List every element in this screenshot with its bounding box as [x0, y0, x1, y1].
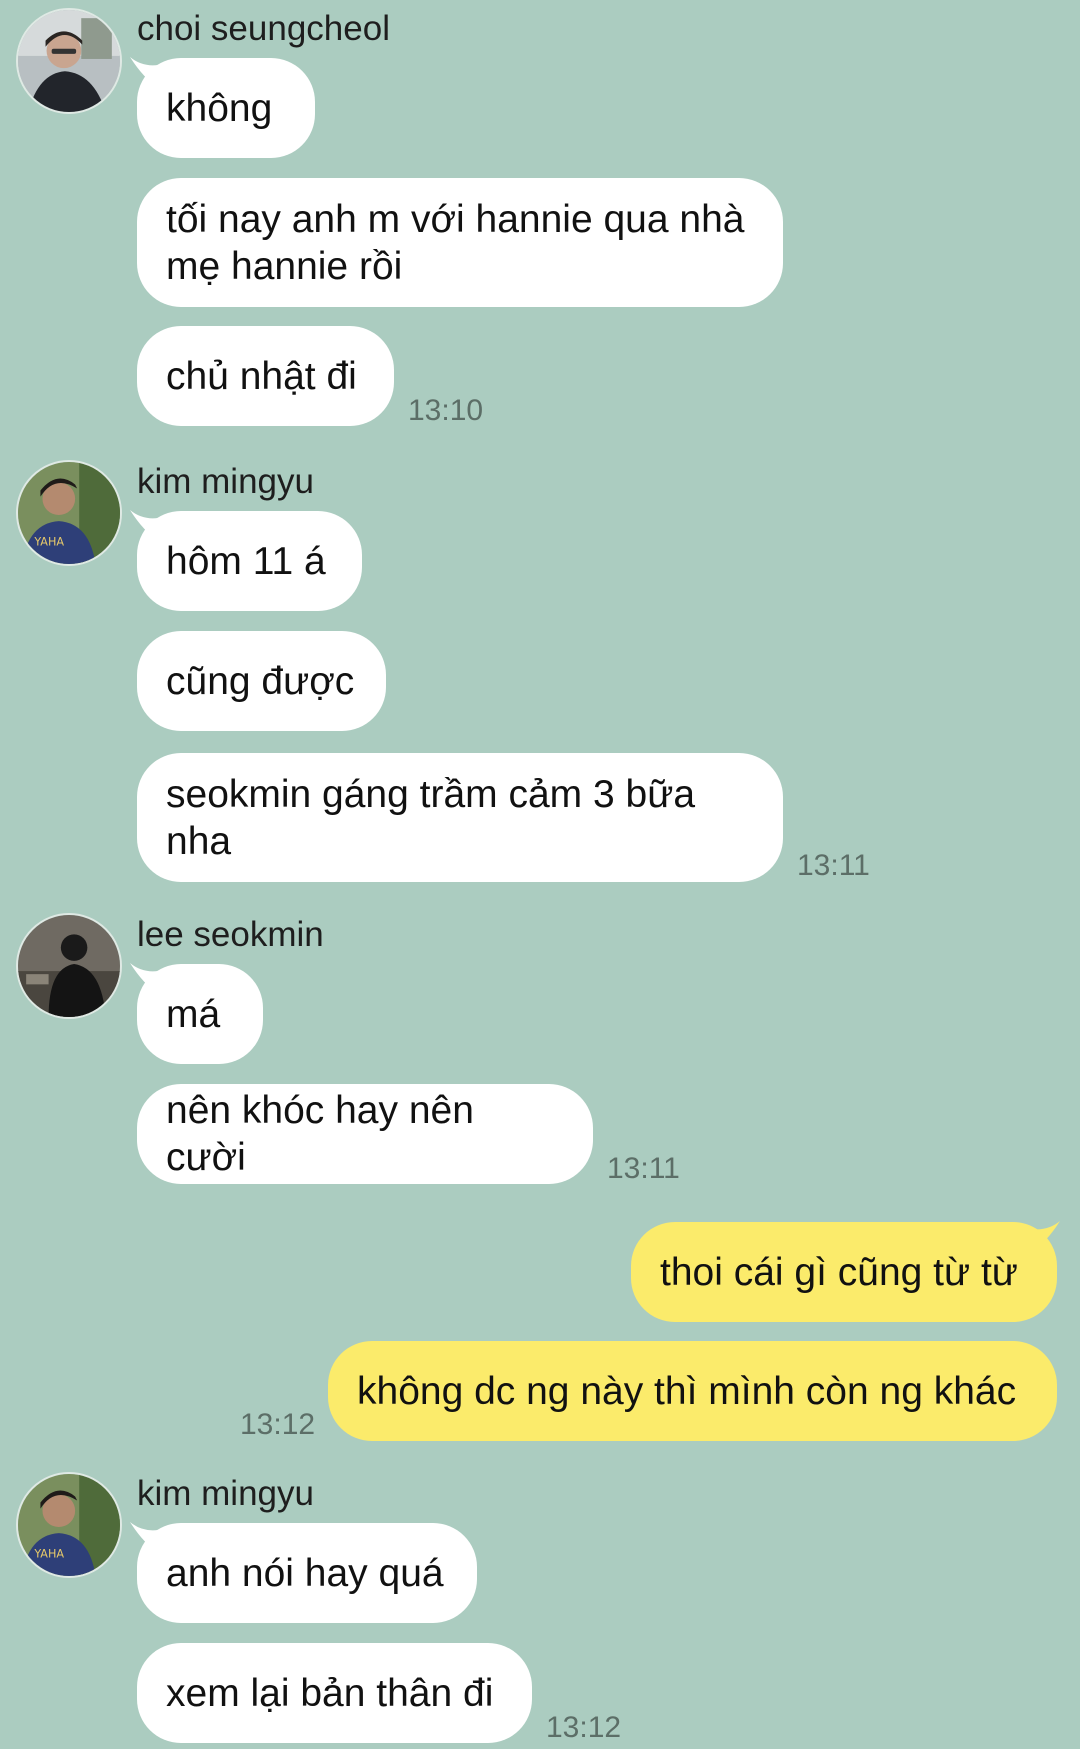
sender-name: choi seungcheol — [137, 9, 390, 48]
message-bubble[interactable]: anh nói hay quá — [137, 1523, 477, 1623]
message-timestamp: 13:12 — [240, 1408, 316, 1441]
person-avatar-icon — [18, 915, 120, 1017]
chat-message-list[interactable]: choi seungcheol không tối nay anh m với … — [0, 0, 1080, 1749]
avatar-kim-mingyu[interactable]: YAHA — [16, 460, 122, 566]
person-avatar-icon: YAHA — [18, 462, 120, 564]
message-timestamp: 13:10 — [408, 394, 484, 427]
message-bubble[interactable]: tối nay anh m với hannie qua nhà mẹ hann… — [137, 178, 783, 307]
message-bubble[interactable]: hôm 11 á — [137, 511, 362, 611]
avatar-kim-mingyu[interactable]: YAHA — [16, 1472, 122, 1578]
svg-text:YAHA: YAHA — [33, 536, 64, 549]
avatar-choi-seungcheol[interactable] — [16, 8, 122, 114]
message-timestamp: 13:12 — [546, 1711, 622, 1744]
person-avatar-icon — [18, 10, 120, 112]
message-bubble[interactable]: cũng được — [137, 631, 386, 731]
sender-name: kim mingyu — [137, 1474, 314, 1513]
sender-name: lee seokmin — [137, 915, 324, 954]
message-bubble[interactable]: không — [137, 58, 315, 158]
message-timestamp: 13:11 — [607, 1152, 680, 1185]
message-bubble[interactable]: chủ nhật đi — [137, 326, 394, 426]
sender-name: kim mingyu — [137, 462, 314, 501]
message-bubble[interactable]: xem lại bản thân đi — [137, 1643, 532, 1743]
avatar-lee-seokmin[interactable] — [16, 913, 122, 1019]
message-bubble[interactable]: má — [137, 964, 263, 1064]
outgoing-message-bubble[interactable]: thoi cái gì cũng từ từ — [631, 1222, 1057, 1322]
person-avatar-icon: YAHA — [18, 1474, 120, 1576]
message-bubble[interactable]: seokmin gáng trầm cảm 3 bữa nha — [137, 753, 783, 882]
message-timestamp: 13:11 — [797, 849, 870, 882]
outgoing-message-bubble[interactable]: không dc ng này thì mình còn ng khác — [328, 1341, 1057, 1441]
message-bubble[interactable]: nên khóc hay nên cười — [137, 1084, 593, 1184]
svg-text:YAHA: YAHA — [33, 1548, 64, 1561]
